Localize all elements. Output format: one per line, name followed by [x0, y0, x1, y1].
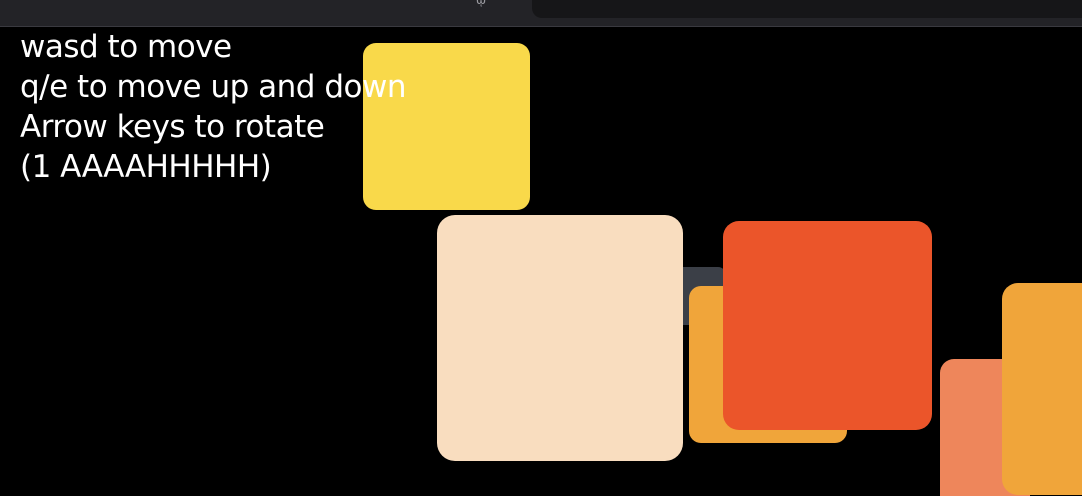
cube-cream — [437, 215, 683, 461]
tab-icon: ῳ — [476, 0, 487, 7]
cube-red-orange — [723, 221, 932, 430]
address-bar-edge — [532, 0, 1082, 18]
instruction-move: wasd to move — [20, 29, 232, 65]
browser-tab-strip: ῳ — [0, 0, 1082, 27]
3d-scene-canvas[interactable]: wasd to move q/e to move up and down Arr… — [0, 27, 1082, 496]
instruction-vertical: q/e to move up and down — [20, 69, 406, 105]
cube-amber — [1002, 283, 1082, 495]
game-window[interactable]: ῳ wasd to move q/e to move up and down A… — [0, 0, 1082, 496]
instruction-rotate: Arrow keys to rotate — [20, 109, 325, 145]
instruction-status: (1 AAAAHHHHH) — [20, 149, 272, 185]
controls-instructions: wasd to move q/e to move up and down Arr… — [20, 27, 406, 187]
